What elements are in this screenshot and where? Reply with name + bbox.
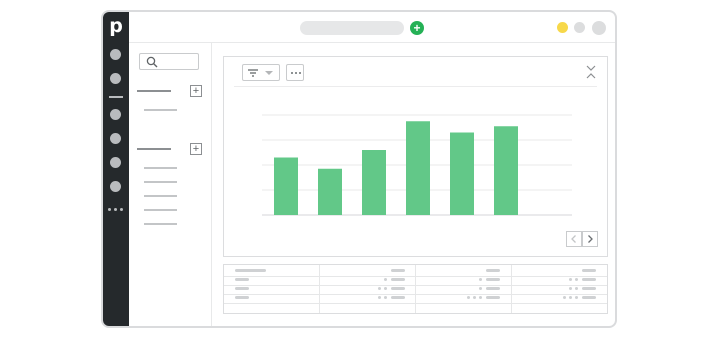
search-icon (146, 56, 158, 68)
app-logo[interactable]: p (108, 16, 124, 36)
prev-page-button[interactable] (566, 231, 582, 247)
next-page-button[interactable] (582, 231, 598, 247)
row-divider (224, 285, 607, 286)
sidebar: + + (129, 43, 212, 326)
section-add-button[interactable]: + (190, 85, 202, 97)
chart-card (223, 56, 608, 257)
avatar[interactable] (592, 21, 606, 35)
sidebar-item[interactable] (144, 223, 177, 225)
top-bar: + (129, 12, 615, 43)
sidebar-item[interactable] (144, 167, 177, 169)
row-divider (224, 303, 607, 304)
search-bar[interactable] (300, 21, 404, 35)
window-dot-icon[interactable] (574, 22, 585, 33)
chevron-left-icon (571, 235, 576, 243)
nav-dot-icon[interactable] (110, 49, 121, 60)
more-dots-icon[interactable] (108, 208, 124, 212)
sidebar-section-header (137, 90, 171, 92)
row-divider (224, 276, 607, 277)
column-divider (319, 265, 320, 313)
chart-bar[interactable] (450, 132, 474, 216)
chart-bar[interactable] (362, 150, 386, 215)
table-header-cell[interactable] (486, 269, 500, 272)
chart-bar[interactable] (318, 168, 342, 215)
table-header-cell[interactable] (235, 269, 266, 272)
data-table (223, 264, 608, 314)
app-rail: p (103, 12, 129, 326)
bar-chart (262, 114, 572, 216)
sidebar-item[interactable] (144, 209, 177, 211)
nav-dot-icon[interactable] (110, 109, 121, 120)
chevron-right-icon (588, 235, 593, 243)
nav-dot-icon[interactable] (110, 73, 121, 84)
nav-dot-icon[interactable] (110, 133, 121, 144)
notification-dot-icon[interactable] (557, 22, 568, 33)
column-divider (415, 265, 416, 313)
column-divider (511, 265, 512, 313)
nav-dot-icon[interactable] (110, 181, 121, 192)
app-window: p + + + (101, 10, 617, 328)
sidebar-item[interactable] (144, 109, 177, 111)
table-header-cell[interactable] (582, 269, 596, 272)
chart-pager (566, 231, 598, 247)
row-divider (224, 294, 607, 295)
sidebar-section-header (137, 148, 171, 150)
section-add-button[interactable]: + (190, 143, 202, 155)
chart-bar[interactable] (274, 157, 298, 216)
active-nav-indicator (109, 96, 123, 98)
table-header-cell[interactable] (391, 269, 405, 272)
sidebar-search-input[interactable] (139, 53, 199, 70)
chart-bar[interactable] (406, 121, 430, 215)
chart-bar[interactable] (494, 126, 518, 215)
add-button[interactable]: + (410, 21, 424, 35)
nav-dot-icon[interactable] (110, 157, 121, 168)
sidebar-item[interactable] (144, 181, 177, 183)
sidebar-item[interactable] (144, 195, 177, 197)
